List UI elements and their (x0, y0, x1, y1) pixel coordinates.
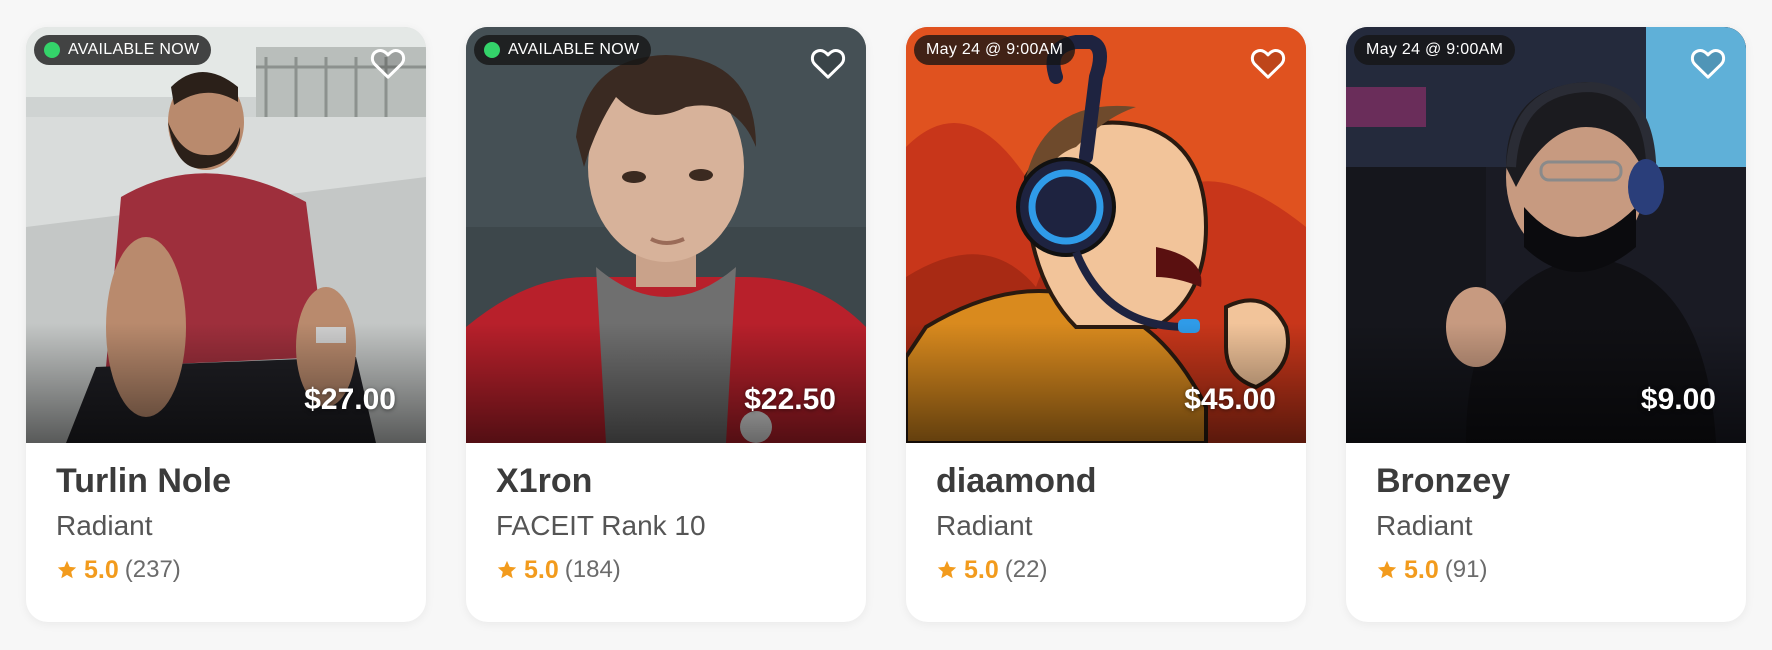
rating-score: 5.0 (84, 556, 119, 584)
rating-score: 5.0 (1404, 556, 1439, 584)
coach-rating: 5.0 (22) (936, 555, 1276, 585)
star-icon (57, 560, 77, 579)
schedule-badge: May 24 @ 9:00AM (914, 35, 1076, 65)
coach-name[interactable]: diaamond (936, 461, 1276, 501)
coach-rating: 5.0 (184) (496, 555, 836, 585)
availability-badge: AVAILABLE NOW (474, 35, 652, 65)
coach-card[interactable]: AVAILABLE NOW $22.50 X1ron FACEIT Rank 1… (466, 27, 866, 622)
coach-rank: FACEIT Rank 10 (496, 510, 706, 541)
coach-name[interactable]: X1ron (496, 461, 836, 501)
coach-rank: Radiant (936, 510, 1033, 541)
review-count: (184) (564, 556, 621, 583)
heart-icon[interactable] (808, 43, 848, 83)
badge-text: May 24 @ 9:00AM (1366, 41, 1504, 58)
review-count: (22) (1004, 556, 1048, 583)
badge-text: AVAILABLE NOW (508, 41, 640, 58)
price-label: $9.00 (1640, 383, 1716, 416)
coach-info: diaamond Radiant 5.0 (22) (906, 443, 1306, 585)
coach-rank: Radiant (1376, 510, 1473, 541)
availability-badge: AVAILABLE NOW (34, 35, 212, 65)
rating-score: 5.0 (524, 556, 559, 584)
price-label: $45.00 (1184, 383, 1276, 416)
coach-photo: AVAILABLE NOW $27.00 (26, 27, 426, 443)
coach-info: X1ron FACEIT Rank 10 5.0 (184) (466, 443, 866, 585)
heart-icon[interactable] (1248, 43, 1288, 83)
schedule-badge: May 24 @ 9:00AM (1354, 35, 1516, 65)
coach-rating: 5.0 (237) (56, 555, 396, 585)
star-icon (937, 560, 957, 579)
review-count: (91) (1444, 556, 1488, 583)
coach-info: Turlin Nole Radiant 5.0 (237) (26, 443, 426, 585)
badge-text: AVAILABLE NOW (68, 41, 200, 58)
available-dot-icon (484, 42, 500, 58)
coach-name[interactable]: Turlin Nole (56, 461, 396, 501)
review-count: (237) (124, 556, 181, 583)
coach-name[interactable]: Bronzey (1376, 461, 1716, 501)
coach-photo: May 24 @ 9:00AM $45.00 (906, 27, 1306, 443)
price-label: $22.50 (744, 383, 836, 416)
coach-rating: 5.0 (91) (1376, 555, 1716, 585)
heart-icon[interactable] (1688, 43, 1728, 83)
coach-card[interactable]: May 24 @ 9:00AM $45.00 diaamond Radiant … (906, 27, 1306, 622)
heart-icon[interactable] (368, 43, 408, 83)
rating-score: 5.0 (964, 556, 999, 584)
coach-card[interactable]: May 24 @ 9:00AM $9.00 Bronzey Radiant 5.… (1346, 27, 1746, 622)
coach-info: Bronzey Radiant 5.0 (91) (1346, 443, 1746, 585)
coach-card-grid: AVAILABLE NOW $27.00 Turlin Nole Radiant… (26, 27, 1746, 622)
coach-photo: May 24 @ 9:00AM $9.00 (1346, 27, 1746, 443)
price-label: $27.00 (304, 383, 396, 416)
available-dot-icon (44, 42, 60, 58)
star-icon (497, 560, 517, 579)
coach-rank: Radiant (56, 510, 153, 541)
coach-photo: AVAILABLE NOW $22.50 (466, 27, 866, 443)
badge-text: May 24 @ 9:00AM (926, 41, 1064, 58)
coach-card[interactable]: AVAILABLE NOW $27.00 Turlin Nole Radiant… (26, 27, 426, 622)
star-icon (1377, 560, 1397, 579)
